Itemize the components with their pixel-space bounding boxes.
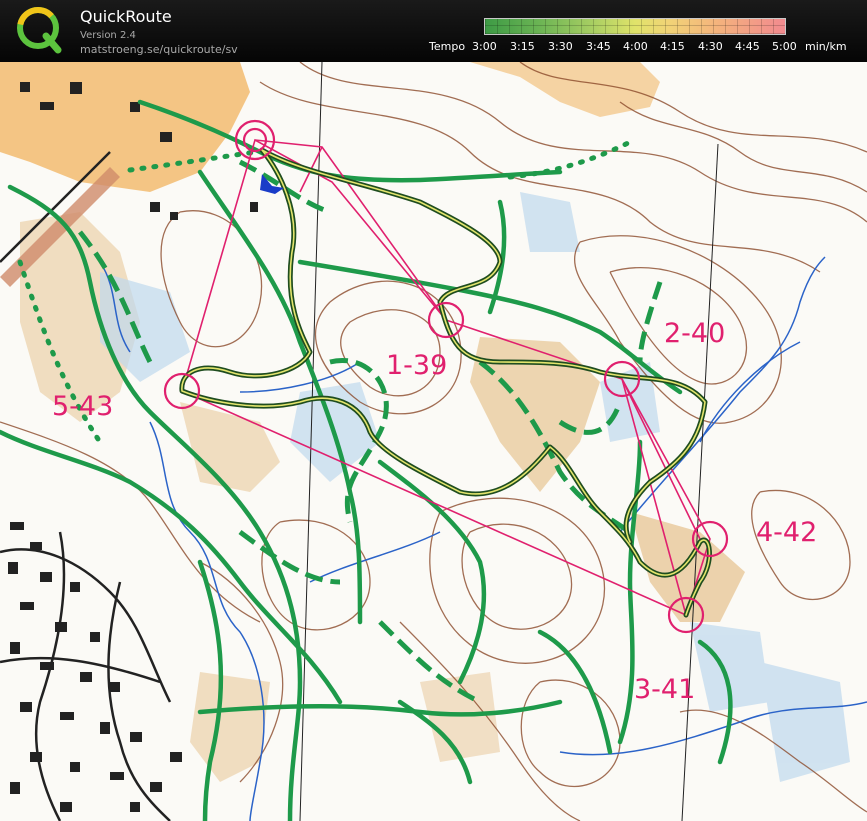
open-land-area (0, 62, 250, 192)
control-label-2: 2-40 (664, 318, 726, 349)
quickroute-q-logo-icon (16, 6, 64, 54)
app-title: QuickRoute (80, 7, 172, 26)
rough-open-area (180, 402, 280, 492)
open-land-area (380, 62, 660, 117)
tempo-tick: 3:00 (472, 40, 497, 53)
app-header: QuickRoute Version 2.4 matstroeng.se/qui… (0, 0, 867, 62)
map-canvas (0, 62, 867, 821)
tempo-tick: 4:30 (698, 40, 723, 53)
tempo-tick: 3:30 (548, 40, 573, 53)
control-label-5: 5-43 (52, 391, 114, 422)
tempo-tick: 4:45 (735, 40, 760, 53)
tempo-tick: 5:00 (772, 40, 797, 53)
tempo-unit: min/km (805, 40, 847, 53)
app-url[interactable]: matstroeng.se/quickroute/sv (80, 43, 238, 56)
tempo-prefix: Tempo (429, 40, 466, 53)
control-label-3: 3-41 (634, 674, 696, 705)
control-label-1: 1-39 (386, 350, 448, 381)
tempo-tick: 4:00 (623, 40, 648, 53)
app-version: Version 2.4 (80, 30, 136, 41)
control-label-4: 4-42 (756, 517, 818, 548)
tempo-tick: 4:15 (660, 40, 685, 53)
tempo-color-scale (484, 18, 786, 35)
tempo-tick: 3:45 (586, 40, 611, 53)
tempo-tick: 3:15 (510, 40, 535, 53)
orienteering-map[interactable]: 1-39 2-40 3-41 4-42 5-43 (0, 62, 867, 821)
rough-open-area (190, 672, 270, 782)
